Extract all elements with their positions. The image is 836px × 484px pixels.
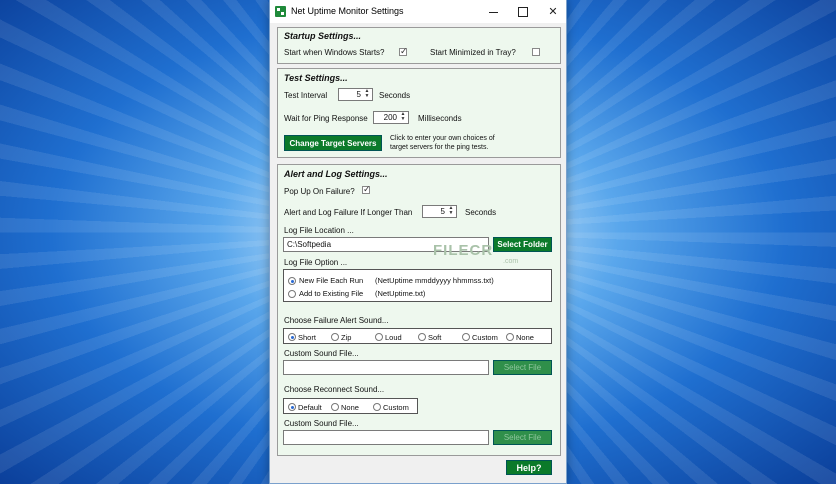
spinner-arrows-icon[interactable]: ▲ ▼ (447, 206, 455, 217)
alert-longer-than-label: Alert and Log Failure If Longer Than (284, 208, 413, 217)
log-option-existing-file-label: Add to Existing File (299, 289, 364, 298)
alert-longer-than-spinner[interactable]: 5 ▲ ▼ (422, 205, 457, 218)
failure-sound-zip-label: Zip (341, 333, 352, 342)
log-file-option-label: Log File Option ... (284, 258, 348, 267)
maximize-icon (518, 6, 528, 17)
start-with-windows-label: Start when Windows Starts? (284, 48, 385, 57)
test-interval-spinner[interactable]: 5 ▲ ▼ (338, 88, 373, 101)
change-servers-description-line1: Click to enter your own choices of (390, 135, 495, 142)
test-interval-unit: Seconds (379, 91, 411, 100)
failure-sound-soft-radio[interactable] (418, 333, 426, 341)
ping-response-value: 200 (383, 113, 397, 122)
test-interval-label: Test Interval (284, 91, 328, 100)
select-reconnect-file-button[interactable]: Select File (493, 430, 552, 445)
failure-sound-label: Choose Failure Alert Sound... (284, 316, 389, 325)
ping-response-spinner[interactable]: 200 ▲ ▼ (373, 111, 409, 124)
failure-sound-group: Short Zip Loud Soft Custom None (283, 328, 552, 344)
log-file-location-value: C:\Softpedia (287, 240, 332, 249)
filecr-watermark-sub: .com (503, 258, 519, 265)
help-button[interactable]: Help? (506, 460, 552, 475)
close-button[interactable]: ✕ (538, 0, 568, 23)
failure-sound-custom-radio[interactable] (462, 333, 470, 341)
log-option-new-file-format: (NetUptime mmddyyyy hhmmss.txt) (375, 276, 494, 285)
alert-longer-than-value: 5 (440, 207, 445, 216)
log-file-location-label: Log File Location ... (284, 226, 354, 235)
reconnect-sound-none-label: None (341, 403, 359, 412)
change-servers-description-line2: target servers for the ping tests. (390, 144, 489, 151)
reconnect-sound-custom-radio[interactable] (373, 403, 381, 411)
failure-sound-none-radio[interactable] (506, 333, 514, 341)
filecr-watermark: FILECR (433, 242, 494, 259)
reconnect-sound-label: Choose Reconnect Sound... (284, 385, 385, 394)
reconnect-sound-group: Default None Custom (283, 398, 418, 414)
test-interval-value: 5 (356, 90, 361, 99)
failure-sound-soft-label: Soft (428, 333, 442, 342)
log-option-existing-file-format: (NetUptime.txt) (375, 289, 426, 298)
failure-sound-short-radio[interactable] (288, 333, 296, 341)
minimize-icon (488, 12, 498, 13)
select-folder-button[interactable]: Select Folder (493, 237, 552, 252)
test-settings-title: Test Settings... (284, 73, 348, 83)
ping-response-label: Wait for Ping Response (284, 114, 368, 123)
close-icon: ✕ (548, 6, 558, 18)
title-bar[interactable]: Net Uptime Monitor Settings ✕ (270, 0, 566, 23)
custom-sound-file-input[interactable] (283, 360, 489, 375)
ping-response-unit: Milliseconds (418, 114, 462, 123)
failure-sound-short-label: Short (298, 333, 316, 342)
start-minimized-label: Start Minimized in Tray? (430, 48, 516, 57)
app-icon (275, 6, 286, 17)
custom-sound-file-label: Custom Sound File... (284, 349, 359, 358)
start-with-windows-checkbox[interactable] (399, 46, 408, 57)
window-title: Net Uptime Monitor Settings (291, 6, 404, 16)
custom-reconnect-sound-input[interactable] (283, 430, 489, 445)
log-option-new-file-radio[interactable] (288, 277, 296, 285)
log-file-option-group: New File Each Run (NetUptime mmddyyyy hh… (283, 269, 552, 302)
alert-longer-than-unit: Seconds (465, 208, 497, 217)
maximize-button[interactable] (508, 0, 538, 23)
reconnect-sound-default-radio[interactable] (288, 403, 296, 411)
change-target-servers-button[interactable]: Change Target Servers (284, 135, 382, 151)
reconnect-sound-default-label: Default (298, 403, 322, 412)
failure-sound-none-label: None (516, 333, 534, 342)
startup-settings-title: Startup Settings... (284, 31, 362, 41)
popup-on-failure-checkbox[interactable] (362, 184, 371, 195)
spinner-arrows-icon[interactable]: ▲ ▼ (363, 89, 371, 100)
reconnect-sound-custom-label: Custom (383, 403, 409, 412)
popup-on-failure-label: Pop Up On Failure? (284, 187, 355, 196)
spinner-arrows-icon[interactable]: ▲ ▼ (399, 112, 407, 123)
minimize-button[interactable] (478, 0, 508, 23)
failure-sound-loud-label: Loud (385, 333, 402, 342)
start-minimized-checkbox[interactable] (532, 48, 540, 56)
log-option-existing-file-radio[interactable] (288, 290, 296, 298)
failure-sound-custom-label: Custom (472, 333, 498, 342)
failure-sound-loud-radio[interactable] (375, 333, 383, 341)
test-settings-panel: Test Settings... Test Interval 5 ▲ ▼ Seco… (277, 68, 561, 158)
startup-settings-panel: Startup Settings... Start when Windows S… (277, 27, 561, 64)
failure-sound-zip-radio[interactable] (331, 333, 339, 341)
log-option-new-file-label: New File Each Run (299, 276, 364, 285)
alert-log-settings-panel: Alert and Log Settings... Pop Up On Fail… (277, 164, 561, 456)
reconnect-sound-none-radio[interactable] (331, 403, 339, 411)
custom-reconnect-sound-label: Custom Sound File... (284, 419, 359, 428)
alert-log-settings-title: Alert and Log Settings... (284, 169, 388, 179)
settings-window: Net Uptime Monitor Settings ✕ Startup Se… (269, 0, 567, 484)
select-file-button[interactable]: Select File (493, 360, 552, 375)
